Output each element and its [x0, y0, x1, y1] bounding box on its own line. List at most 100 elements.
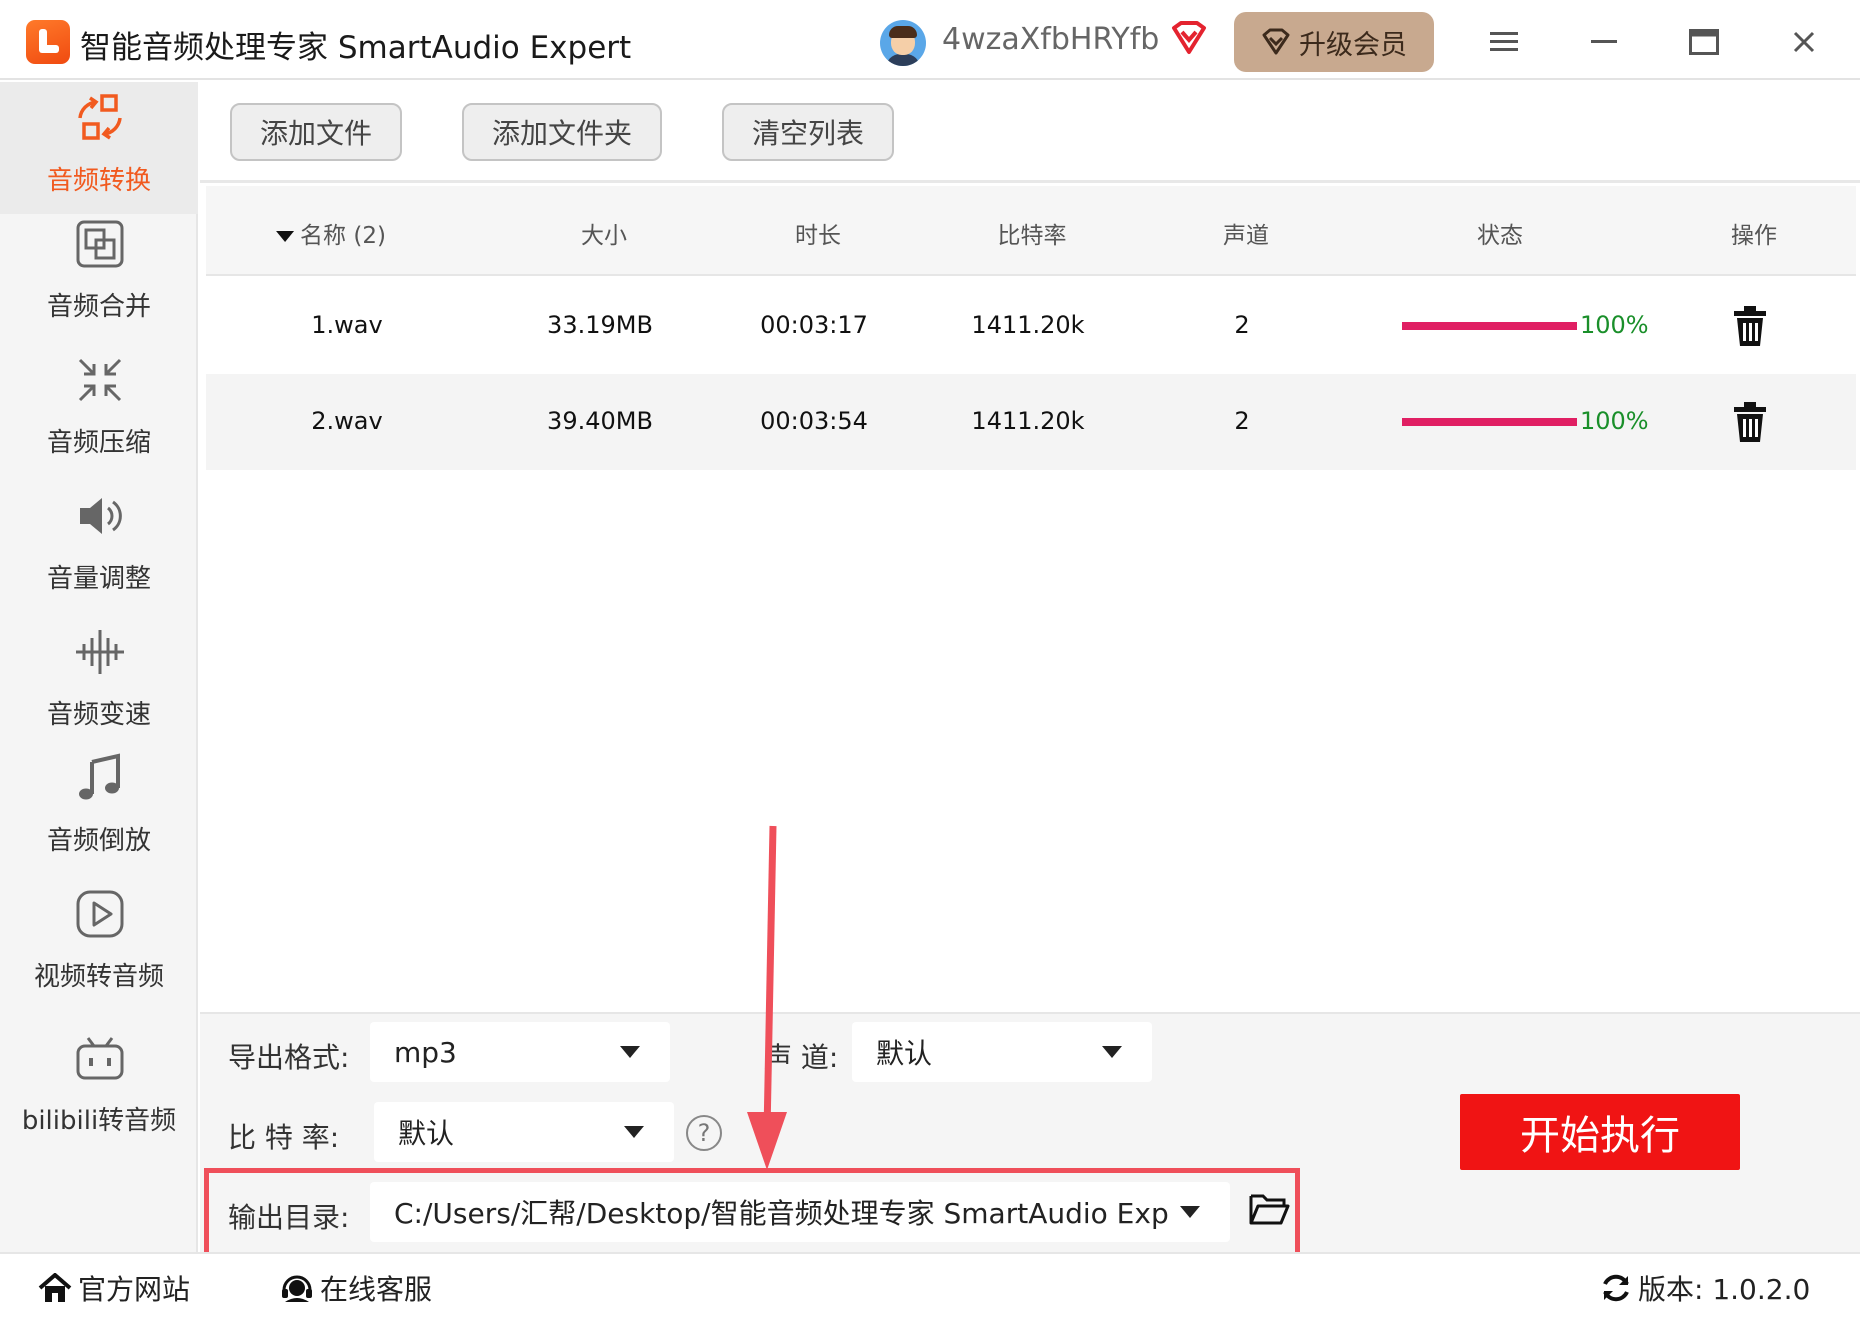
title-bar: 智能音频处理专家 SmartAudio Expert 4wzaXfbHRYfb … — [0, 0, 1860, 80]
bitrate-select-value: 默认 — [398, 1117, 455, 1150]
close-icon[interactable] — [1782, 20, 1826, 64]
chevron-down-icon — [1102, 1046, 1122, 1058]
cell-name: 1.wav — [311, 311, 383, 339]
sidebar-item-speed[interactable]: 音频变速 — [0, 616, 198, 748]
upgrade-vip-label: 升级会员 — [1299, 29, 1407, 61]
column-header-size: 大小 — [581, 223, 627, 249]
audio-convert-icon — [78, 94, 122, 140]
folder-open-icon[interactable] — [1248, 1192, 1290, 1226]
sidebar-item-label: 视频转音频 — [33, 962, 164, 992]
format-label: 导出格式: — [228, 1041, 350, 1074]
chevron-down-icon — [620, 1046, 640, 1058]
trash-icon[interactable] — [1732, 306, 1768, 346]
sidebar-item-audio-compress[interactable]: 音频压缩 — [0, 344, 198, 476]
audio-merge-icon — [76, 220, 124, 268]
maximize-icon[interactable] — [1682, 20, 1726, 64]
channel-label: 声 道: — [764, 1041, 839, 1074]
cell-duration: 00:03:17 — [760, 311, 868, 339]
bilibili-icon — [76, 1037, 124, 1080]
progress-percent: 100% — [1580, 407, 1649, 435]
home-icon — [38, 1273, 72, 1302]
table-row[interactable]: 1.wav 33.19MB 00:03:17 1411.20k 2 100% — [206, 278, 1856, 374]
add-file-button[interactable]: 添加文件 — [230, 103, 402, 161]
app-title: 智能音频处理专家 SmartAudio Expert — [80, 30, 632, 66]
column-header-channels: 声道 — [1223, 223, 1269, 249]
column-header-duration: 时长 — [795, 223, 841, 249]
progress-percent: 100% — [1580, 311, 1649, 339]
column-header-name[interactable]: 名称 (2) — [276, 216, 386, 250]
cell-size: 39.40MB — [547, 407, 653, 435]
support-link[interactable]: 在线客服 — [280, 1268, 432, 1308]
toolbar-divider — [200, 180, 1860, 183]
avatar[interactable] — [880, 20, 926, 66]
play-icon — [76, 890, 124, 938]
sidebar-item-label: bilibili转音频 — [21, 1106, 177, 1136]
table-row[interactable]: 2.wav 39.40MB 00:03:54 1411.20k 2 100% — [206, 374, 1856, 470]
sidebar-item-label: 音频变速 — [46, 700, 151, 730]
version-label: 版本: 1.0.2.0 — [1638, 1273, 1811, 1306]
version-info[interactable]: 版本: 1.0.2.0 — [1600, 1268, 1810, 1308]
format-select-value: mp3 — [394, 1035, 457, 1069]
volume-icon — [80, 498, 122, 534]
clear-list-button[interactable]: 清空列表 — [722, 103, 894, 161]
trash-icon[interactable] — [1732, 402, 1768, 442]
music-note-icon — [79, 753, 120, 800]
sidebar: 音频转换 音频合并 音频压缩 音量调整 音频变速 音频倒放 视频转音频 bili… — [0, 82, 198, 1252]
progress-fill — [1402, 418, 1577, 426]
cell-channels: 2 — [1234, 311, 1250, 339]
sort-desc-icon — [276, 231, 295, 242]
cell-duration: 00:03:54 — [760, 407, 868, 435]
cell-bitrate: 1411.20k — [971, 407, 1085, 435]
progress-fill — [1402, 322, 1577, 330]
support-label: 在线客服 — [320, 1273, 433, 1306]
bitrate-select[interactable]: 默认 — [374, 1102, 674, 1162]
output-dir-select[interactable]: C:/Users/汇帮/Desktop/智能音频处理专家 SmartAudio … — [370, 1182, 1230, 1242]
menu-icon[interactable] — [1482, 20, 1526, 64]
sidebar-item-volume[interactable]: 音量调整 — [0, 480, 198, 612]
vip-diamond-icon — [1262, 28, 1290, 55]
speed-icon — [76, 630, 124, 674]
column-header-name-label: 名称 (2) — [300, 223, 386, 249]
table-header: 名称 (2) 大小 时长 比特率 声道 状态 操作 — [206, 186, 1856, 276]
sidebar-item-label: 音频合并 — [46, 292, 151, 322]
upgrade-vip-button[interactable]: 升级会员 — [1234, 12, 1434, 72]
column-header-actions: 操作 — [1731, 223, 1777, 249]
sidebar-item-label: 音量调整 — [46, 564, 151, 594]
audio-compress-icon — [78, 358, 122, 402]
minimize-icon[interactable] — [1582, 20, 1626, 64]
output-dir-label: 输出目录: — [228, 1201, 350, 1234]
start-button[interactable]: 开始执行 — [1460, 1094, 1740, 1170]
cell-bitrate: 1411.20k — [971, 311, 1085, 339]
sidebar-item-video-to-audio[interactable]: 视频转音频 — [0, 878, 198, 1010]
sidebar-item-label: 音频倒放 — [46, 826, 151, 856]
help-icon[interactable]: ? — [686, 1115, 722, 1151]
chevron-down-icon — [624, 1126, 644, 1138]
sidebar-item-reverse[interactable]: 音频倒放 — [0, 742, 198, 874]
bitrate-label: 比 特 率: — [228, 1121, 340, 1154]
sidebar-item-label: 音频压缩 — [46, 428, 151, 458]
username[interactable]: 4wzaXfbHRYfb — [942, 22, 1159, 57]
vip-diamond-icon — [1172, 21, 1206, 54]
column-header-bitrate: 比特率 — [997, 223, 1067, 249]
footer: 官方网站 在线客服 版本: 1.0.2.0 — [0, 1252, 1860, 1320]
app-logo-icon — [26, 20, 70, 64]
headset-icon — [282, 1275, 312, 1302]
refresh-icon — [1603, 1274, 1629, 1302]
channel-select-value: 默认 — [876, 1037, 933, 1070]
sidebar-item-label: 音频转换 — [46, 166, 151, 196]
sidebar-item-audio-merge[interactable]: 音频合并 — [0, 208, 198, 340]
website-link[interactable]: 官方网站 — [38, 1268, 190, 1308]
progress-bar — [1402, 418, 1577, 426]
column-header-status: 状态 — [1477, 223, 1523, 249]
sidebar-item-bilibili[interactable]: bilibili转音频 — [0, 1022, 198, 1154]
cell-name: 2.wav — [311, 407, 383, 435]
sidebar-item-audio-convert[interactable]: 音频转换 — [0, 82, 198, 214]
website-label: 官方网站 — [78, 1273, 191, 1306]
output-dir-value: C:/Users/汇帮/Desktop/智能音频处理专家 SmartAudio … — [394, 1197, 1169, 1230]
add-folder-button[interactable]: 添加文件夹 — [462, 103, 662, 161]
format-select[interactable]: mp3 — [370, 1022, 670, 1082]
cell-channels: 2 — [1234, 407, 1250, 435]
channel-select[interactable]: 默认 — [852, 1022, 1152, 1082]
chevron-down-icon — [1180, 1206, 1200, 1218]
progress-bar — [1402, 322, 1577, 330]
